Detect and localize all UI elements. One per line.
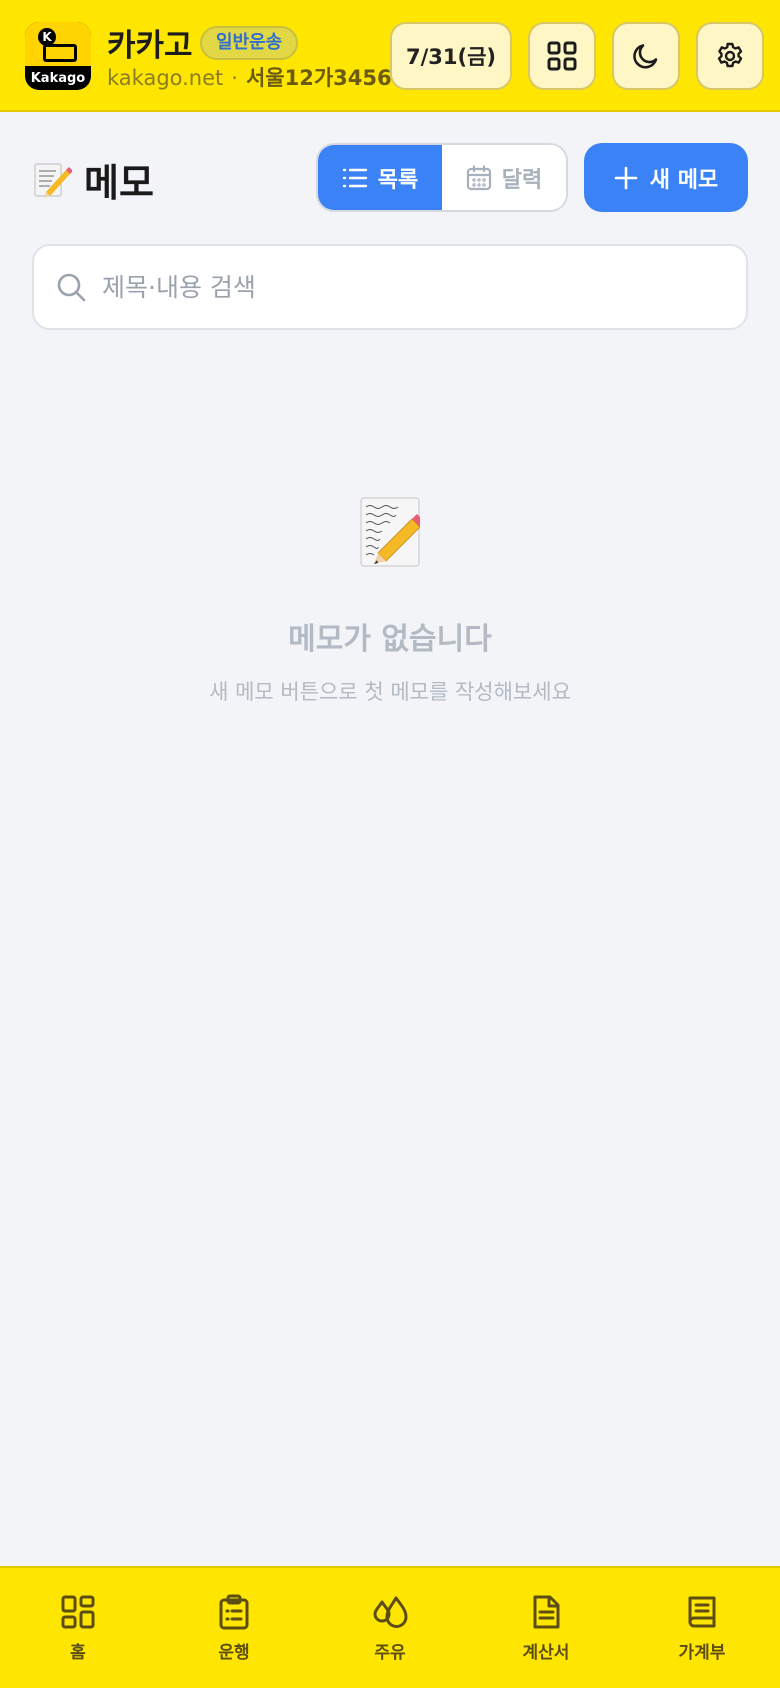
nav-item-home[interactable]: 홈 [0,1568,156,1688]
document-icon [533,1595,560,1629]
tab-calendar-label: 달력 [501,167,543,193]
tab-list[interactable]: 목록 [318,145,442,210]
search-icon [57,273,86,302]
nav-item-ledger[interactable]: 가계부 [624,1568,780,1688]
vehicle-plate: 서울12가3456 [245,66,392,90]
list-icon [342,168,367,187]
nav-item-invoice[interactable]: 계산서 [468,1568,624,1688]
search-input[interactable] [102,272,702,302]
new-memo-button[interactable]: 새 메모 [584,143,748,212]
home-grid-icon [61,1595,95,1629]
nav-label-ledger: 가계부 [678,1643,726,1663]
truck-icon [43,44,77,62]
date-button[interactable]: 7/31(금) [390,22,512,90]
empty-state-title: 메모가 없습니다 [288,622,492,657]
empty-state-description: 새 메모 버튼으로 첫 메모를 작성해보세요 [209,680,571,704]
tab-calendar[interactable]: 달력 [442,145,566,210]
page-title-row: 메모 [32,152,154,207]
settings-button[interactable] [696,22,764,90]
gear-icon [717,42,743,68]
memo-emoji-icon [360,497,425,567]
nav-item-fuel[interactable]: 주유 [312,1568,468,1688]
calendar-icon [466,164,491,190]
search-bar [32,244,748,330]
bottom-navigation: 홈 운행 주유 계산서 가계부 [0,1566,780,1688]
app-header: K Kakago 카카고 일반운송 kakago.net · 서울12가3456… [0,0,780,112]
nav-label-home: 홈 [70,1643,86,1663]
app-name: 카카고 [107,28,193,64]
separator-dot: · [231,66,238,90]
memo-emoji-icon [32,160,73,200]
view-toggle: 목록 달력 [316,143,568,212]
nav-label-invoice: 계산서 [522,1643,570,1663]
fuel-drop-icon [373,1596,408,1628]
logo-text: Kakago [30,71,86,86]
brand-subtitle: kakago.net · 서울12가3456 [107,62,392,92]
site-url: kakago.net [107,66,224,90]
plus-icon [614,166,638,189]
app-logo[interactable]: K Kakago [25,22,91,90]
page-title: 메모 [84,161,154,205]
nav-label-fuel: 주유 [374,1643,406,1663]
clipboard-icon [219,1594,249,1630]
dark-mode-button[interactable] [612,22,680,90]
nav-label-trips: 운행 [218,1643,250,1663]
transport-type-badge: 일반운송 [200,26,299,60]
moon-icon [633,44,658,69]
apps-grid-button[interactable] [528,22,596,90]
nav-item-trips[interactable]: 운행 [156,1568,312,1688]
tab-list-label: 목록 [377,167,419,193]
grid-icon [547,41,577,71]
new-memo-label: 새 메모 [649,167,719,193]
ledger-book-icon [688,1596,716,1628]
